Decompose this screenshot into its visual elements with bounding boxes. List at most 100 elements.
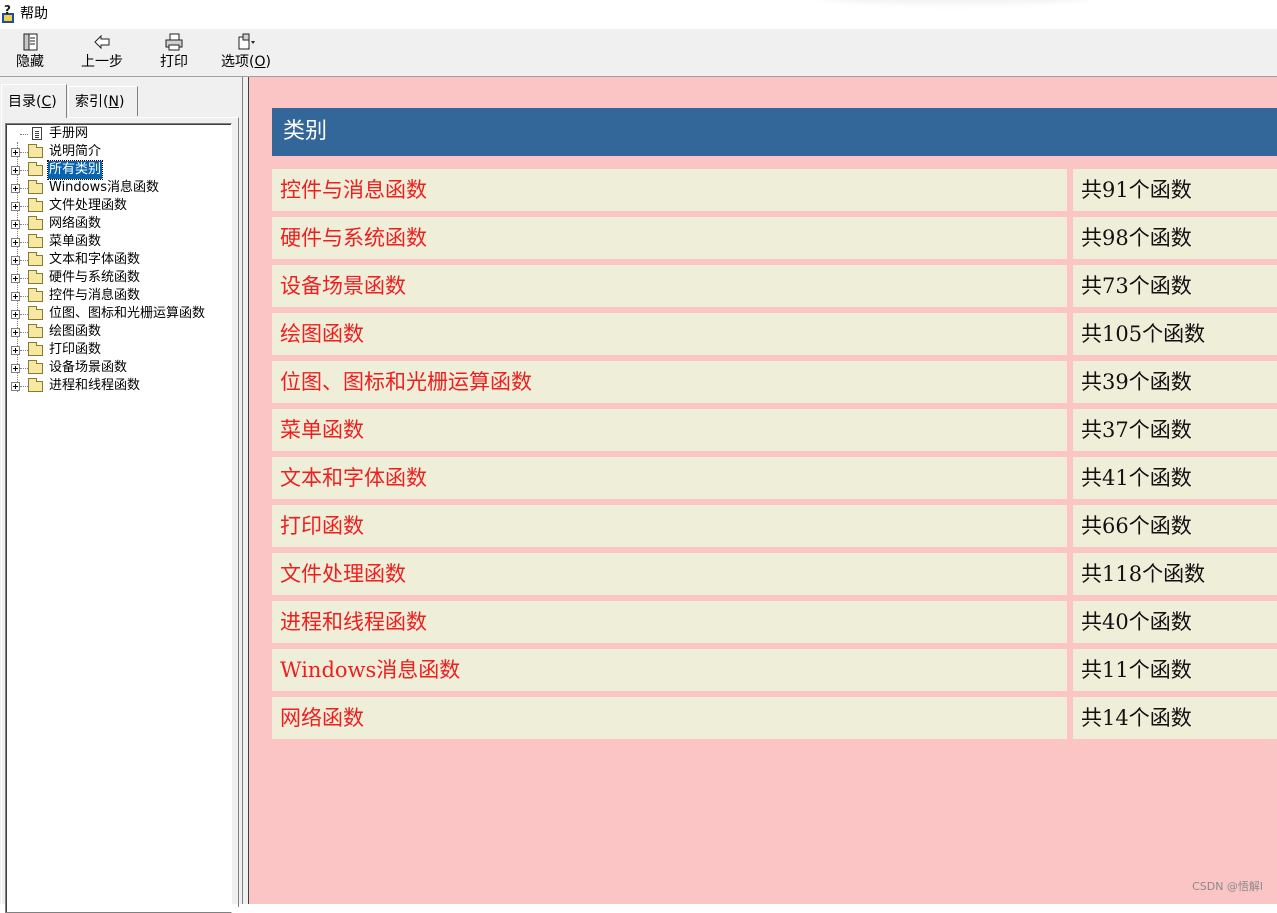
category-link[interactable]: 网络函数 [272,697,1067,739]
function-count: 共66个函数 [1073,505,1277,547]
back-button[interactable]: 上一步 [76,29,128,75]
category-link[interactable]: 文件处理函数 [272,553,1067,595]
tree-item-label: Windows消息函数 [49,180,160,195]
tree-item-label: 文本和字体函数 [49,252,141,267]
function-count: 共73个函数 [1073,265,1277,307]
tree-connector [20,332,28,334]
category-link[interactable]: 文本和字体函数 [272,457,1067,499]
tree-item[interactable]: 手册网 [6,125,231,143]
expand-icon[interactable] [11,166,20,175]
tab-contents[interactable]: 目录(C) [1,84,67,118]
category-row: 网络函数 共14个函数 [272,697,1277,739]
expand-icon[interactable] [11,220,20,229]
tree-item[interactable]: 绘图函数 [6,323,231,341]
tree-connector [20,296,28,298]
tree-connector [20,224,28,226]
function-count: 共105个函数 [1073,313,1277,355]
document-icon [32,127,42,140]
tree-item[interactable]: 菜单函数 [6,233,231,251]
print-label: 打印 [160,54,188,70]
folder-icon [28,180,43,194]
tree-item[interactable]: 打印函数 [6,341,231,359]
options-label: 选项(O) [221,54,271,70]
expand-icon[interactable] [11,382,20,391]
tree-item[interactable]: Windows消息函数 [6,179,231,197]
tree-item-label: 菜单函数 [49,234,102,249]
hide-pane-icon [23,33,38,51]
options-button[interactable]: 选项(O) [218,29,274,75]
tree-connector [20,152,28,154]
folder-icon [28,288,43,302]
function-count: 共40个函数 [1073,601,1277,643]
expand-icon[interactable] [11,274,20,283]
tree-item[interactable]: 位图、图标和光栅运算函数 [6,305,231,323]
tree-item-label: 打印函数 [49,342,102,357]
printer-icon [165,33,183,51]
folder-icon [28,216,43,230]
tree-item-label: 说明简介 [49,144,102,159]
tree-item[interactable]: 设备场景函数 [6,359,231,377]
function-count: 共11个函数 [1073,649,1277,691]
tree-item-label: 进程和线程函数 [49,378,141,393]
tree-item[interactable]: 硬件与系统函数 [6,269,231,287]
pane-splitter[interactable] [242,77,249,904]
category-row: 绘图函数 共105个函数 [272,313,1277,355]
tree-item[interactable]: 所有类别 [6,160,231,180]
category-row: 控件与消息函数 共91个函数 [272,169,1277,211]
category-link[interactable]: 控件与消息函数 [272,169,1067,211]
tree-item[interactable]: 文件处理函数 [6,197,231,215]
tree-connector [20,170,28,172]
tree-item[interactable]: 网络函数 [6,215,231,233]
tree-item[interactable]: 进程和线程函数 [6,377,231,395]
function-count: 共41个函数 [1073,457,1277,499]
category-link[interactable]: 进程和线程函数 [272,601,1067,643]
content-area: 类别 控件与消息函数 共91个函数 硬件与系统函数 共98个函数 设备场景函数 共73个函… [249,77,1277,904]
category-link[interactable]: 位图、图标和光栅运算函数 [272,361,1067,403]
function-count: 共37个函数 [1073,409,1277,451]
category-link[interactable]: 打印函数 [272,505,1067,547]
folder-icon [28,378,43,392]
expand-icon[interactable] [11,184,20,193]
category-link[interactable]: 硬件与系统函数 [272,217,1067,259]
svg-text:?: ? [4,4,11,17]
tree-item-label: 位图、图标和光栅运算函数 [49,306,206,321]
contents-tree[interactable]: 手册网 说明简介 所有类别 Windows消息函数文件处理函数 网络函数菜单函数文本和字… [5,123,232,913]
expand-icon[interactable] [11,364,20,373]
category-header: 类别 [272,108,1277,156]
expand-icon[interactable] [11,346,20,355]
expand-icon[interactable] [11,310,20,319]
category-row: 位图、图标和光栅运算函数 共39个函数 [272,361,1277,403]
tree-item[interactable]: 说明简介 [6,143,231,161]
tree-connector [20,260,28,262]
back-label: 上一步 [81,54,123,70]
folder-icon [28,144,43,158]
folder-icon [28,234,43,248]
print-button[interactable]: 打印 [154,29,194,75]
category-link[interactable]: 菜单函数 [272,409,1067,451]
category-row: 硬件与系统函数 共98个函数 [272,217,1277,259]
category-link[interactable]: Windows消息函数 [272,649,1067,691]
tree-item-label: 控件与消息函数 [49,288,141,303]
tab-index[interactable]: 索引(N) [68,86,138,116]
expand-icon[interactable] [11,148,20,157]
expand-icon[interactable] [11,202,20,211]
function-count: 共98个函数 [1073,217,1277,259]
category-link[interactable]: 绘图函数 [272,313,1067,355]
hide-button[interactable]: 隐藏 [10,29,50,75]
function-count: 共118个函数 [1073,553,1277,595]
expand-icon[interactable] [11,292,20,301]
folder-icon [28,306,43,320]
tree-item[interactable]: 控件与消息函数 [6,287,231,305]
folder-icon [28,252,43,266]
expand-icon[interactable] [11,328,20,337]
expand-icon[interactable] [11,256,20,265]
tree-item-label: 硬件与系统函数 [49,270,141,285]
tree-item[interactable]: 文本和字体函数 [6,251,231,269]
tree-item-label: 绘图函数 [49,324,102,339]
category-row: 设备场景函数 共73个函数 [272,265,1277,307]
tree-item-label: 网络函数 [49,216,102,231]
hide-label: 隐藏 [16,54,44,70]
expand-icon[interactable] [11,238,20,247]
category-link[interactable]: 设备场景函数 [272,265,1067,307]
tree-connector [20,206,28,208]
